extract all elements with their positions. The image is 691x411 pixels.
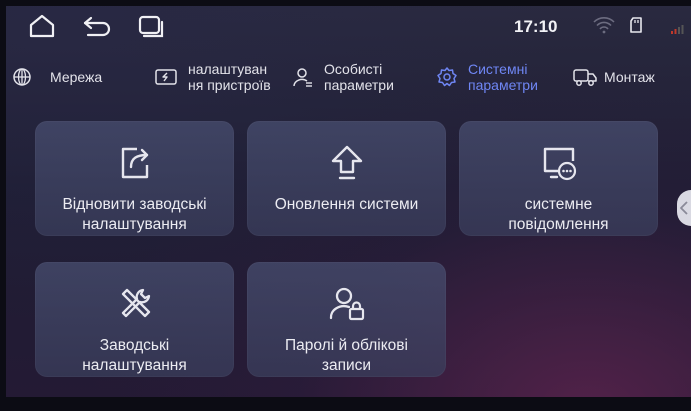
chevron-left-icon xyxy=(680,201,688,215)
card-passwords-accounts[interactable]: Паролі й облікові записи xyxy=(247,262,446,377)
tab-installation[interactable]: Монтаж xyxy=(572,56,655,98)
tab-system-settings-label: Системні параметри xyxy=(468,61,538,93)
device-settings-icon xyxy=(155,69,177,85)
back-icon[interactable] xyxy=(82,14,112,38)
globe-icon xyxy=(13,68,31,86)
card-restore-factory-settings[interactable]: Відновити заводські налаштування xyxy=(35,121,234,236)
status-bar: 17:10 xyxy=(6,6,691,46)
card-system-update-label: Оновлення системи xyxy=(274,196,419,213)
tab-network-label: Мережа xyxy=(50,69,103,85)
home-icon[interactable] xyxy=(28,14,56,38)
wifi-icon xyxy=(593,17,615,34)
card-factory-settings-label: Заводські налаштування xyxy=(82,337,187,374)
recent-apps-icon[interactable] xyxy=(138,14,164,38)
card-system-message[interactable]: системне повідомлення xyxy=(459,121,658,236)
tab-system-settings[interactable]: Системні параметри xyxy=(436,56,538,98)
card-system-message-label: системне повідомлення xyxy=(508,196,609,233)
tab-installation-label: Монтаж xyxy=(604,69,655,85)
tab-network[interactable]: Мережа xyxy=(12,56,102,98)
clock: 17:10 xyxy=(514,17,558,36)
restore-icon xyxy=(121,147,148,179)
signal-icon xyxy=(671,25,684,34)
upload-arrow-icon xyxy=(331,145,362,180)
tab-device-settings[interactable]: налаштуван ня пристроїв xyxy=(154,56,271,98)
settings-tabs: Мережа налаштуван ня пристроїв Особисті … xyxy=(6,56,691,98)
tools-icon xyxy=(121,288,150,318)
card-factory-settings[interactable]: Заводські налаштування xyxy=(35,262,234,377)
tab-personal-settings[interactable]: Особисті параметри xyxy=(292,56,394,98)
card-system-update[interactable]: Оновлення системи xyxy=(247,121,446,236)
tab-device-settings-label: налаштуван ня пристроїв xyxy=(188,61,271,93)
gear-icon xyxy=(437,67,457,87)
side-panel-handle[interactable] xyxy=(677,190,691,226)
card-restore-factory-settings-label: Відновити заводські налаштування xyxy=(62,196,207,233)
truck-icon xyxy=(573,69,597,86)
user-icon xyxy=(293,68,312,87)
card-passwords-accounts-label: Паролі й облікові записи xyxy=(285,337,408,374)
sd-card-icon xyxy=(630,17,642,33)
message-icon xyxy=(543,147,576,181)
frame-bottom xyxy=(0,397,691,411)
user-lock-icon xyxy=(329,287,364,321)
tab-personal-settings-label: Особисті параметри xyxy=(324,61,394,93)
